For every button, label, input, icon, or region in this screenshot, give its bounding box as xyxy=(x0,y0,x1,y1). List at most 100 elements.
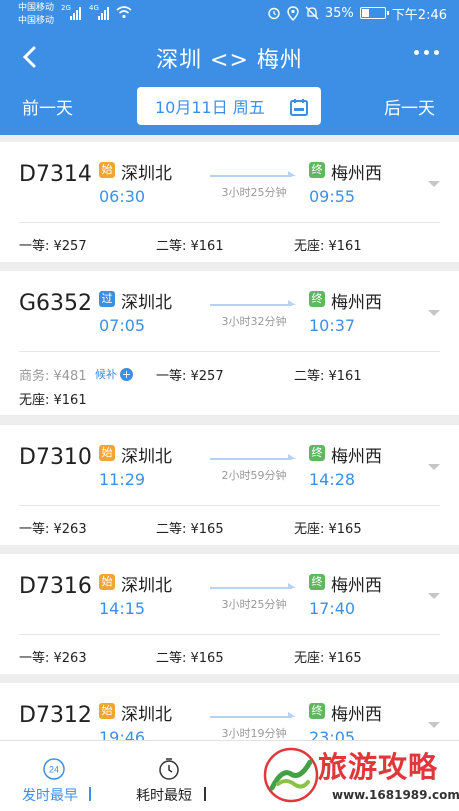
status-right: 35% 下午2:46 xyxy=(267,5,447,23)
divider xyxy=(19,634,440,635)
seat-price: 二等: ¥161 xyxy=(294,369,362,384)
terminus-tag: 终 xyxy=(309,703,325,719)
departure-time: 06:30 xyxy=(99,187,146,206)
prev-day-button[interactable]: 前一天 xyxy=(22,94,73,119)
trip-duration: 3小时32分钟 xyxy=(221,315,287,328)
more-button[interactable] xyxy=(414,50,439,55)
seat-price: 无座: ¥161 xyxy=(294,239,362,254)
sort-indicator xyxy=(204,787,206,801)
waitlist-button[interactable]: 候补 + xyxy=(95,366,133,382)
chevron-down-icon[interactable] xyxy=(427,592,441,600)
route-arrow-icon xyxy=(210,300,296,306)
waitlist-label: 候补 xyxy=(95,368,117,381)
arrival-station: 梅州西 xyxy=(331,705,382,725)
origin-tag: 始 xyxy=(99,574,115,590)
chevron-down-icon[interactable] xyxy=(427,180,441,188)
train-number: D7310 xyxy=(19,445,92,470)
timer-icon xyxy=(159,758,179,780)
arrival-time: 23:05 xyxy=(309,728,356,740)
watermark: 旅游攻略 www.1681989.com xyxy=(258,742,459,811)
origin-tag: 始 xyxy=(99,162,115,178)
seat-price: 无座: ¥165 xyxy=(294,651,362,666)
trip-duration: 3小时25分钟 xyxy=(221,186,287,199)
seat-price-soldout: 商务: ¥481 xyxy=(19,369,87,384)
arrival-time: 10:37 xyxy=(309,316,356,335)
train-card[interactable]: D7312 始 深圳北 19:46 3小时19分钟 终 梅州西 23:05 xyxy=(0,683,459,740)
divider xyxy=(19,351,440,352)
sort-by-duration-label: 耗时最短 xyxy=(136,788,192,804)
sort-indicator xyxy=(89,787,91,801)
clock-24-icon: 24 xyxy=(43,758,65,780)
seat-price: 无座: ¥165 xyxy=(294,522,362,537)
departure-time: 11:29 xyxy=(99,470,146,489)
train-number: D7314 xyxy=(19,162,92,187)
departure-time: 19:46 xyxy=(99,728,146,740)
origin-tag: 始 xyxy=(99,445,115,461)
nav-bar: 深圳 <> 梅州 xyxy=(0,32,459,84)
calendar-icon xyxy=(290,99,308,116)
arrival-station: 梅州西 xyxy=(331,293,382,313)
route-arrow-icon xyxy=(210,454,296,460)
arrival-time: 14:28 xyxy=(309,470,356,489)
signal-icon xyxy=(70,6,81,20)
departure-station: 深圳北 xyxy=(121,447,172,467)
wifi-icon xyxy=(116,6,132,19)
terminus-tag: 终 xyxy=(309,291,325,307)
departure-station: 深圳北 xyxy=(121,705,172,725)
seat-price: 二等: ¥161 xyxy=(156,239,224,254)
sort-by-departure-label: 发时最早 xyxy=(22,788,78,804)
train-number: D7316 xyxy=(19,574,92,599)
departure-station: 深圳北 xyxy=(121,164,172,184)
seat-price: 一等: ¥263 xyxy=(19,522,87,537)
battery-icon xyxy=(359,7,389,19)
next-day-button[interactable]: 后一天 xyxy=(384,94,435,119)
clock: 下午2:46 xyxy=(391,7,447,23)
arrival-station: 梅州西 xyxy=(331,447,382,467)
location-icon xyxy=(287,5,299,21)
train-number: G6352 xyxy=(19,291,93,316)
carrier-2: 中国移动 xyxy=(18,16,55,26)
train-card[interactable]: D7310 始 深圳北 11:29 2小时59分钟 终 梅州西 14:28 一等… xyxy=(0,425,459,545)
terminus-tag: 终 xyxy=(309,445,325,461)
seat-price: 一等: ¥257 xyxy=(19,239,87,254)
carrier-1: 中国移动 xyxy=(18,3,55,13)
sort-by-departure-button[interactable]: 24 发时最早 xyxy=(0,741,108,811)
chevron-down-icon[interactable] xyxy=(427,309,441,317)
seat-price: 二等: ¥165 xyxy=(156,522,224,537)
watermark-logo-icon xyxy=(263,747,319,803)
trip-duration: 3小时19分钟 xyxy=(221,727,287,740)
chevron-down-icon[interactable] xyxy=(427,721,441,729)
arrival-station: 梅州西 xyxy=(331,576,382,596)
signal-icon-2 xyxy=(98,6,109,20)
divider xyxy=(19,505,440,506)
mute-icon xyxy=(305,6,319,20)
page-title: 深圳 <> 梅州 xyxy=(156,48,303,73)
seat-price: 无座: ¥161 xyxy=(19,393,87,408)
status-bar: 中国移动 中国移动 2G 4G 35% 下午2:46 xyxy=(0,0,459,32)
date-label: 10月11日 周五 xyxy=(155,98,265,117)
departure-time: 07:05 xyxy=(99,316,146,335)
terminus-tag: 终 xyxy=(309,574,325,590)
terminus-tag: 终 xyxy=(309,162,325,178)
watermark-url: www.1681989.com xyxy=(332,788,459,802)
departure-time: 14:15 xyxy=(99,599,146,618)
plus-icon: + xyxy=(120,367,133,381)
train-card[interactable]: D7316 始 深圳北 14:15 3小时25分钟 终 梅州西 17:40 一等… xyxy=(0,554,459,674)
chevron-down-icon[interactable] xyxy=(427,463,441,471)
sort-by-duration-button[interactable]: 耗时最短 xyxy=(120,741,230,811)
seat-price: 一等: ¥263 xyxy=(19,651,87,666)
train-number: D7312 xyxy=(19,703,92,728)
date-picker[interactable]: 10月11日 周五 xyxy=(137,87,321,125)
train-card[interactable]: D7314 始 深圳北 06:30 3小时25分钟 终 梅州西 09:55 一等… xyxy=(0,142,459,262)
origin-tag: 始 xyxy=(99,703,115,719)
departure-station: 深圳北 xyxy=(121,293,172,313)
svg-text:24: 24 xyxy=(49,765,59,775)
arrival-time: 17:40 xyxy=(309,599,356,618)
train-card[interactable]: G6352 过 深圳北 07:05 3小时32分钟 终 梅州西 10:37 商务… xyxy=(0,271,459,415)
arrival-station: 梅州西 xyxy=(331,164,382,184)
seat-price: 一等: ¥257 xyxy=(156,369,224,384)
trip-duration: 2小时59分钟 xyxy=(221,469,287,482)
top-header: 中国移动 中国移动 2G 4G 35% 下午2:46 深圳 <> 梅州 前一天 … xyxy=(0,0,459,135)
divider xyxy=(19,222,440,223)
route-arrow-icon xyxy=(210,171,296,177)
